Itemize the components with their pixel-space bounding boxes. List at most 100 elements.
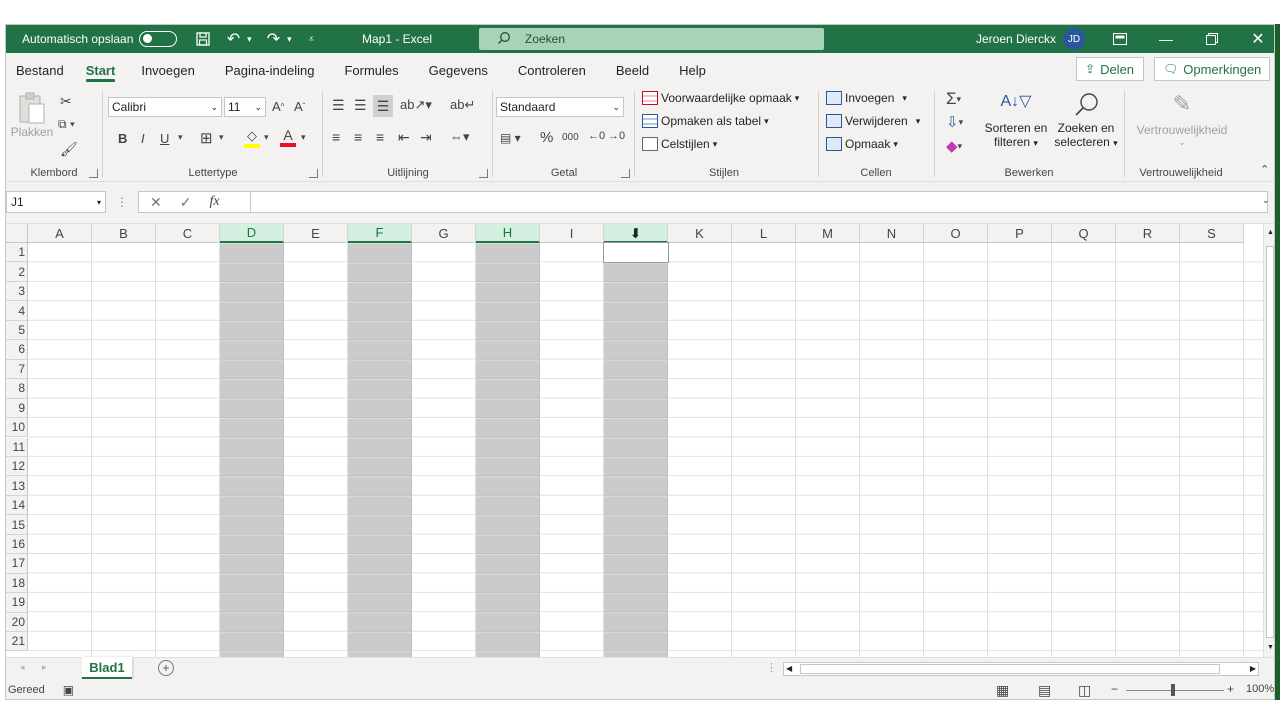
zoom-slider[interactable] (1126, 690, 1224, 691)
vertical-scroll-thumb[interactable] (1266, 246, 1274, 638)
row-header-18[interactable]: 18 (6, 573, 28, 594)
clear-icon[interactable]: ◆ ▾ (946, 137, 962, 155)
row-header-1[interactable]: 1 (6, 243, 28, 263)
font-name-dropdown[interactable]: Calibri ⌄ (108, 97, 222, 117)
collapse-ribbon-icon[interactable]: ⌃ (1260, 163, 1269, 176)
find-select-button[interactable]: Zoeken en selecteren ▾ (1050, 91, 1122, 149)
formula-input[interactable] (250, 191, 1264, 213)
user-avatar[interactable]: JD (1063, 28, 1085, 50)
font-launcher-icon[interactable] (309, 169, 318, 178)
search-box[interactable]: Zoeken (479, 28, 824, 50)
undo-dropdown-icon[interactable]: ▾ (243, 25, 255, 53)
column-header-e[interactable]: E (284, 224, 348, 243)
align-left-icon[interactable]: ≡ (332, 129, 340, 145)
row-header-21[interactable]: 21 (6, 632, 28, 652)
page-break-view-icon[interactable]: ◫ (1078, 682, 1091, 699)
row-header-6[interactable]: 6 (6, 340, 28, 360)
italic-button[interactable]: I (141, 131, 145, 146)
font-color-icon[interactable]: A (280, 127, 296, 147)
merge-center-icon[interactable]: ⇔▾ (450, 129, 470, 145)
tab-formules[interactable]: Formules (329, 53, 413, 87)
column-header-n[interactable]: N (860, 224, 924, 243)
row-header-5[interactable]: 5 (6, 320, 28, 341)
name-box[interactable]: J1 ▾ (6, 191, 106, 213)
expand-formula-bar-icon[interactable]: ⌄ (1262, 195, 1270, 206)
autosum-icon[interactable]: Σ ▾ (946, 89, 961, 109)
restore-icon[interactable] (1200, 25, 1224, 53)
orientation-icon[interactable]: ab↗▾ (400, 97, 432, 113)
increase-indent-icon[interactable]: ⇥ (420, 129, 432, 146)
column-header-h[interactable]: H (476, 224, 540, 243)
grow-font-icon[interactable]: A ^ (272, 99, 284, 114)
column-header-a[interactable]: A (28, 224, 92, 243)
minimize-icon[interactable]: — (1154, 25, 1178, 53)
close-icon[interactable]: ✕ (1246, 25, 1270, 53)
align-center-icon[interactable]: ≡ (354, 129, 362, 145)
fill-icon[interactable]: ⇩ ▾ (946, 113, 963, 131)
format-as-table-button[interactable]: Opmaken als tabel ▾ (642, 114, 769, 128)
selected-column-h[interactable] (476, 243, 540, 657)
add-sheet-icon[interactable]: + (158, 660, 174, 676)
percent-button[interactable]: % (540, 129, 553, 146)
redo-icon[interactable]: ↷ (263, 25, 283, 53)
column-header-c[interactable]: C (156, 224, 220, 243)
bold-button[interactable]: B (118, 131, 127, 146)
column-header-m[interactable]: M (796, 224, 860, 243)
sheet-tab-blad1[interactable]: Blad1 (82, 657, 132, 679)
zoom-slider-thumb[interactable] (1171, 684, 1175, 696)
tab-split-handle[interactable]: ⋮ (766, 661, 777, 674)
prev-sheet-icon[interactable]: ◂ (20, 662, 25, 673)
zoom-level[interactable]: 100% (1246, 683, 1274, 695)
column-header-p[interactable]: P (988, 224, 1052, 243)
row-header-7[interactable]: 7 (6, 359, 28, 380)
column-header-l[interactable]: L (732, 224, 796, 243)
row-header-12[interactable]: 12 (6, 456, 28, 477)
number-launcher-icon[interactable] (621, 169, 630, 178)
cut-icon[interactable]: ✂ (60, 93, 72, 110)
scroll-right-icon[interactable]: ▶ (1250, 664, 1256, 673)
row-header-8[interactable]: 8 (6, 379, 28, 399)
column-header-q[interactable]: Q (1052, 224, 1116, 243)
redo-dropdown-icon[interactable]: ▾ (283, 25, 295, 53)
scroll-down-icon[interactable]: ▼ (1267, 644, 1274, 651)
row-header-15[interactable]: 15 (6, 515, 28, 535)
tab-pagina-indeling[interactable]: Pagina-indeling (210, 53, 330, 87)
row-header-9[interactable]: 9 (6, 398, 28, 419)
row-header-2[interactable]: 2 (6, 262, 28, 282)
select-all-corner[interactable] (6, 224, 28, 243)
sensitivity-button[interactable]: ✎ Vertrouwelijkheid ⌄ (1132, 91, 1232, 148)
column-header-r[interactable]: R (1116, 224, 1180, 243)
tab-beeld[interactable]: Beeld (601, 53, 664, 87)
borders-icon[interactable]: ⊞ (200, 129, 213, 147)
decrease-indent-icon[interactable]: ⇤ (398, 129, 410, 146)
underline-button[interactable]: U (160, 131, 169, 146)
insert-function-button[interactable]: fx (209, 194, 219, 210)
row-header-3[interactable]: 3 (6, 281, 28, 302)
fill-color-dropdown-icon[interactable]: ▾ (264, 132, 269, 143)
delete-cells-button[interactable]: Verwijderen ▾ (826, 114, 920, 128)
row-header-4[interactable]: 4 (6, 301, 28, 321)
save-icon[interactable] (191, 25, 215, 53)
row-header-10[interactable]: 10 (6, 418, 28, 438)
number-format-dropdown[interactable]: Standaard ⌄ (496, 97, 624, 117)
zoom-out-icon[interactable]: − (1111, 682, 1118, 696)
font-size-dropdown[interactable]: 11 ⌄ (224, 97, 266, 117)
tab-start[interactable]: Start (75, 53, 127, 87)
tab-bestand[interactable]: Bestand (6, 53, 75, 87)
horizontal-scrollbar[interactable]: ◀ ▶ (783, 662, 1259, 676)
format-cells-button[interactable]: Opmaak ▾ (826, 137, 898, 151)
next-sheet-icon[interactable]: ▸ (42, 662, 47, 673)
column-header-f[interactable]: F (348, 224, 412, 243)
row-header-16[interactable]: 16 (6, 534, 28, 555)
font-color-dropdown-icon[interactable]: ▾ (301, 132, 306, 143)
tab-invoegen[interactable]: Invoegen (126, 53, 210, 87)
align-bottom-icon[interactable]: ☰ (373, 95, 393, 117)
normal-view-icon[interactable]: ▦ (996, 682, 1009, 699)
shrink-font-icon[interactable]: Aˇ (294, 99, 305, 114)
row-header-20[interactable]: 20 (6, 612, 28, 632)
row-header-19[interactable]: 19 (6, 593, 28, 613)
clipboard-launcher-icon[interactable] (89, 169, 98, 178)
tab-controleren[interactable]: Controleren (503, 53, 601, 87)
accounting-format-icon[interactable]: ▤ ▾ (500, 131, 521, 145)
column-header-d[interactable]: D (220, 224, 284, 243)
